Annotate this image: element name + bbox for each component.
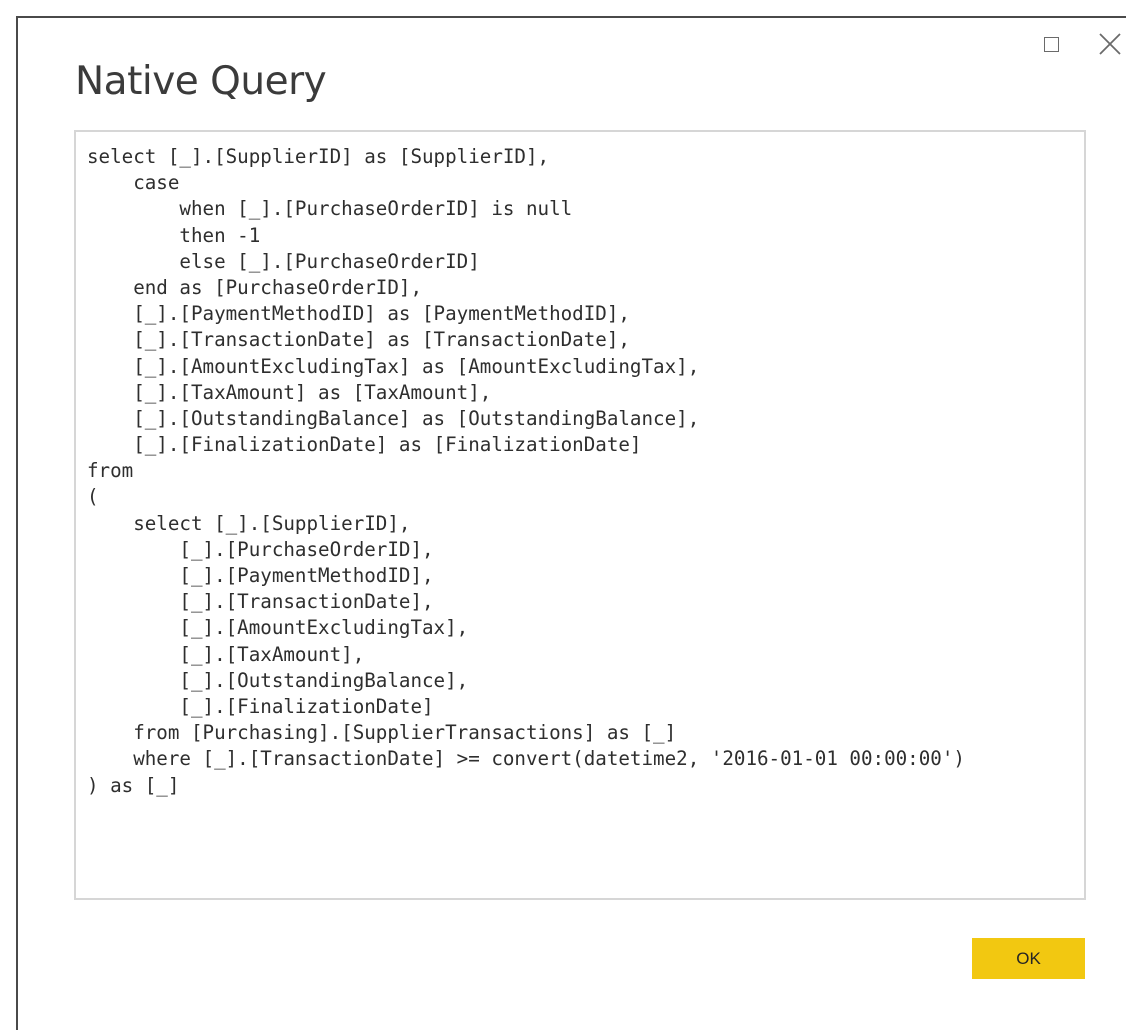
query-line: then -1	[87, 223, 261, 247]
page: Native Query select [_].[SupplierID] as …	[0, 0, 1126, 1030]
query-line: [_].[AmountExcludingTax] as [AmountExclu…	[87, 354, 700, 378]
query-line: (	[87, 485, 99, 509]
query-line: [_].[TaxAmount],	[87, 642, 365, 666]
query-line: [_].[OutstandingBalance],	[87, 668, 469, 692]
query-line: [_].[TransactionDate] as [TransactionDat…	[87, 328, 630, 352]
query-line: [_].[TransactionDate],	[87, 590, 434, 614]
ok-button[interactable]: OK	[972, 938, 1085, 979]
query-line: from [Purchasing].[SupplierTransactions]…	[87, 721, 677, 745]
query-line: else [_].[PurchaseOrderID]	[87, 249, 480, 273]
query-line: where [_].[TransactionDate] >= convert(d…	[87, 747, 965, 771]
query-line: from	[87, 459, 134, 483]
query-line: select [_].[SupplierID],	[87, 511, 411, 535]
query-line: end as [PurchaseOrderID],	[87, 275, 423, 299]
query-line: when [_].[PurchaseOrderID] is null	[87, 197, 573, 221]
maximize-button[interactable]	[1040, 33, 1062, 55]
query-line: [_].[PurchaseOrderID],	[87, 537, 434, 561]
query-line: ) as [_]	[87, 773, 180, 797]
query-line: [_].[PaymentMethodID],	[87, 564, 434, 587]
native-query-text-area[interactable]: select [_].[SupplierID] as [SupplierID],…	[74, 130, 1086, 900]
close-icon	[1099, 33, 1121, 55]
maximize-icon	[1043, 36, 1059, 52]
query-line: [_].[TaxAmount] as [TaxAmount],	[87, 380, 492, 404]
dialog-title: Native Query	[75, 59, 327, 104]
query-line: [_].[AmountExcludingTax],	[87, 616, 469, 640]
query-line: case	[87, 171, 180, 195]
close-button[interactable]	[1097, 31, 1123, 57]
query-line: [_].[FinalizationDate] as [FinalizationD…	[87, 433, 642, 457]
query-line: [_].[FinalizationDate]	[87, 694, 434, 718]
query-line: [_].[PaymentMethodID] as [PaymentMethodI…	[87, 302, 630, 326]
query-line: [_].[OutstandingBalance] as [Outstanding…	[87, 406, 700, 430]
query-line: select [_].[SupplierID] as [SupplierID],	[87, 145, 550, 168]
